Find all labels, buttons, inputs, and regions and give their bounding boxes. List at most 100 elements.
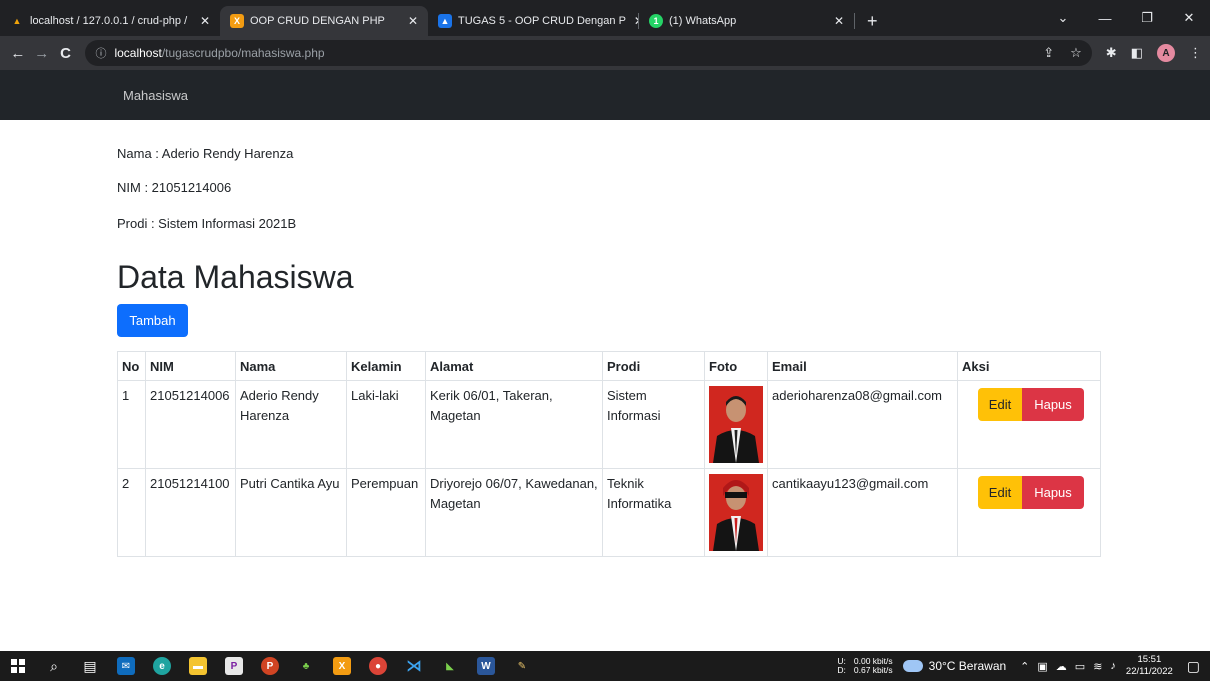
cell-alamat: Kerik 06/01, Takeran, Magetan: [425, 380, 603, 469]
vscode-icon[interactable]: ⋊: [396, 651, 432, 681]
cell-email: cantikaayu123@gmail.com: [767, 468, 958, 557]
menu-kebab-icon[interactable]: ⋮: [1189, 45, 1202, 61]
share-icon[interactable]: ⇪: [1043, 45, 1054, 61]
cell-nim: 21051214006: [145, 380, 236, 469]
student-nim: NIM : 21051214006: [117, 180, 232, 195]
column-header: Email: [767, 351, 958, 381]
url-field[interactable]: ⓘ localhost/tugascrudpbo/mahasiswa.php ⇪…: [85, 40, 1092, 66]
app-tree-icon[interactable]: ♣: [288, 651, 324, 681]
mail-icon[interactable]: ✉: [108, 651, 144, 681]
cell-aksi: Edit Hapus: [957, 468, 1101, 557]
tab-title: (1) WhatsApp: [669, 15, 737, 27]
onedrive-icon[interactable]: ☁: [1056, 660, 1067, 673]
edit-button[interactable]: Edit: [978, 388, 1022, 421]
cell-kelamin: Laki-laki: [346, 380, 426, 469]
edge-icon[interactable]: e: [144, 651, 180, 681]
tab-search-icon[interactable]: ⌄: [1042, 10, 1084, 26]
url-host: localhost: [114, 46, 162, 60]
search-icon[interactable]: ⌕: [36, 651, 72, 681]
restore-button[interactable]: ❐: [1126, 10, 1168, 26]
classroom-icon: ▲: [438, 14, 452, 28]
chevron-up-icon[interactable]: ⌃: [1020, 660, 1029, 673]
side-panel-icon[interactable]: ◧: [1131, 45, 1143, 61]
extensions-icon[interactable]: ✱: [1106, 45, 1117, 61]
cell-kelamin: Perempuan: [346, 468, 426, 557]
tab-title: OOP CRUD DENGAN PHP: [250, 15, 385, 27]
table-header-row: No NIM Nama Kelamin Alamat Prodi Foto Em…: [117, 351, 1101, 381]
tray-app-icon[interactable]: ▣: [1037, 660, 1047, 673]
new-tab-button[interactable]: +: [855, 6, 890, 36]
tab-oop-crud[interactable]: X OOP CRUD DENGAN PHP ✕: [220, 6, 428, 36]
cell-no: 1: [117, 380, 146, 469]
chrome-icon[interactable]: ●: [360, 651, 396, 681]
table-row: 2 21051214100 Putri Cantika Ayu Perempua…: [117, 468, 1101, 557]
close-icon[interactable]: ✕: [400, 14, 418, 28]
whatsapp-icon: 1: [649, 14, 663, 28]
column-header: Aksi: [957, 351, 1101, 381]
forward-button[interactable]: →: [32, 45, 52, 62]
cell-alamat: Driyorejo 06/07, Kawedanan, Magetan: [425, 468, 603, 557]
cell-nama: Aderio Rendy Harenza: [235, 380, 347, 469]
close-icon[interactable]: ✕: [192, 14, 210, 28]
close-icon[interactable]: ✕: [626, 14, 638, 28]
student-prodi: Prodi : Sistem Informasi 2021B: [117, 216, 297, 231]
close-window-button[interactable]: ✕: [1168, 10, 1210, 26]
url-path: /tugascrudpbo/mahasiswa.php: [161, 46, 325, 60]
file-explorer-icon[interactable]: ▬: [180, 651, 216, 681]
profile-avatar[interactable]: A: [1156, 44, 1175, 62]
student-photo: [709, 386, 763, 463]
net-down-value: 0.67 kbit/s: [853, 665, 893, 675]
xampp-icon: X: [230, 14, 244, 28]
word-icon[interactable]: W: [468, 651, 504, 681]
cell-prodi: Teknik Informatika: [602, 468, 705, 557]
bookmark-star-icon[interactable]: ☆: [1070, 45, 1082, 61]
notification-icon[interactable]: ▢: [1187, 658, 1200, 675]
site-info-icon[interactable]: ⓘ: [95, 45, 106, 61]
wifi-icon[interactable]: ≋: [1093, 660, 1102, 673]
cell-email: aderioharenza08@gmail.com: [767, 380, 958, 469]
weather-widget[interactable]: 30°C Berawan: [902, 659, 1007, 673]
address-bar-row: ← → C ⓘ localhost/tugascrudpbo/mahasiswa…: [0, 36, 1210, 70]
cell-nama: Putri Cantika Ayu: [235, 468, 347, 557]
tab-title: localhost / 127.0.0.1 / crud-php /: [30, 15, 188, 27]
task-view-icon[interactable]: ▤: [72, 651, 108, 681]
app-bird-icon[interactable]: ◣: [432, 651, 468, 681]
powerpoint-icon[interactable]: P: [252, 651, 288, 681]
minimize-button[interactable]: —: [1084, 11, 1126, 26]
delete-button[interactable]: Hapus: [1022, 388, 1084, 421]
navbar-brand[interactable]: Mahasiswa: [123, 88, 188, 103]
xampp-taskbar-icon[interactable]: X: [324, 651, 360, 681]
cloud-icon: [902, 660, 923, 672]
page-title: Data Mahasiswa: [117, 259, 354, 295]
column-header: Prodi: [602, 351, 705, 381]
tab-whatsapp[interactable]: 1 (1) WhatsApp ✕: [639, 6, 854, 36]
windows-taskbar: ⌕ ▤ ✉ e ▬ P P ♣ X ● ⋊ ◣ W ✎ U: D: 0.00 kb…: [0, 651, 1210, 681]
volume-icon[interactable]: ♪: [1110, 660, 1116, 673]
edit-button[interactable]: Edit: [978, 476, 1022, 509]
tab-phpmyadmin[interactable]: ▲ localhost / 127.0.0.1 / crud-php / ✕: [0, 6, 220, 36]
clock[interactable]: 15:51 22/11/2022: [1126, 654, 1173, 678]
network-speed: U: D: 0.00 kbit/s 0.67 kbit/s: [837, 656, 893, 676]
phpmyadmin-icon: ▲: [12, 16, 22, 26]
system-tray: U: D: 0.00 kbit/s 0.67 kbit/s 30°C Berawan…: [837, 651, 1210, 681]
student-photo: [709, 474, 763, 551]
reload-button[interactable]: C: [56, 45, 76, 62]
add-button[interactable]: Tambah: [117, 304, 188, 337]
delete-button[interactable]: Hapus: [1022, 476, 1084, 509]
close-icon[interactable]: ✕: [826, 14, 844, 28]
clock-date: 22/11/2022: [1125, 666, 1173, 677]
tab-tugas5[interactable]: ▲ TUGAS 5 - OOP CRUD Dengan P ✕: [428, 6, 638, 36]
table-row: 1 21051214006 Aderio Rendy Harenza Laki-…: [117, 380, 1101, 469]
clock-time: 15:51: [1137, 654, 1162, 666]
paint-icon[interactable]: ✎: [504, 651, 540, 681]
cell-foto: [704, 468, 768, 557]
cell-nim: 21051214100: [145, 468, 236, 557]
cell-prodi: Sistem Informasi: [602, 380, 705, 469]
back-button[interactable]: ←: [8, 45, 28, 62]
students-table: No NIM Nama Kelamin Alamat Prodi Foto Em…: [117, 351, 1101, 557]
windows-start-icon[interactable]: [0, 651, 36, 681]
tab-title: TUGAS 5 - OOP CRUD Dengan P: [458, 15, 626, 27]
weather-text: 30°C Berawan: [928, 659, 1007, 673]
battery-icon[interactable]: ▭: [1075, 660, 1085, 673]
notepad-plus-icon[interactable]: P: [216, 651, 252, 681]
